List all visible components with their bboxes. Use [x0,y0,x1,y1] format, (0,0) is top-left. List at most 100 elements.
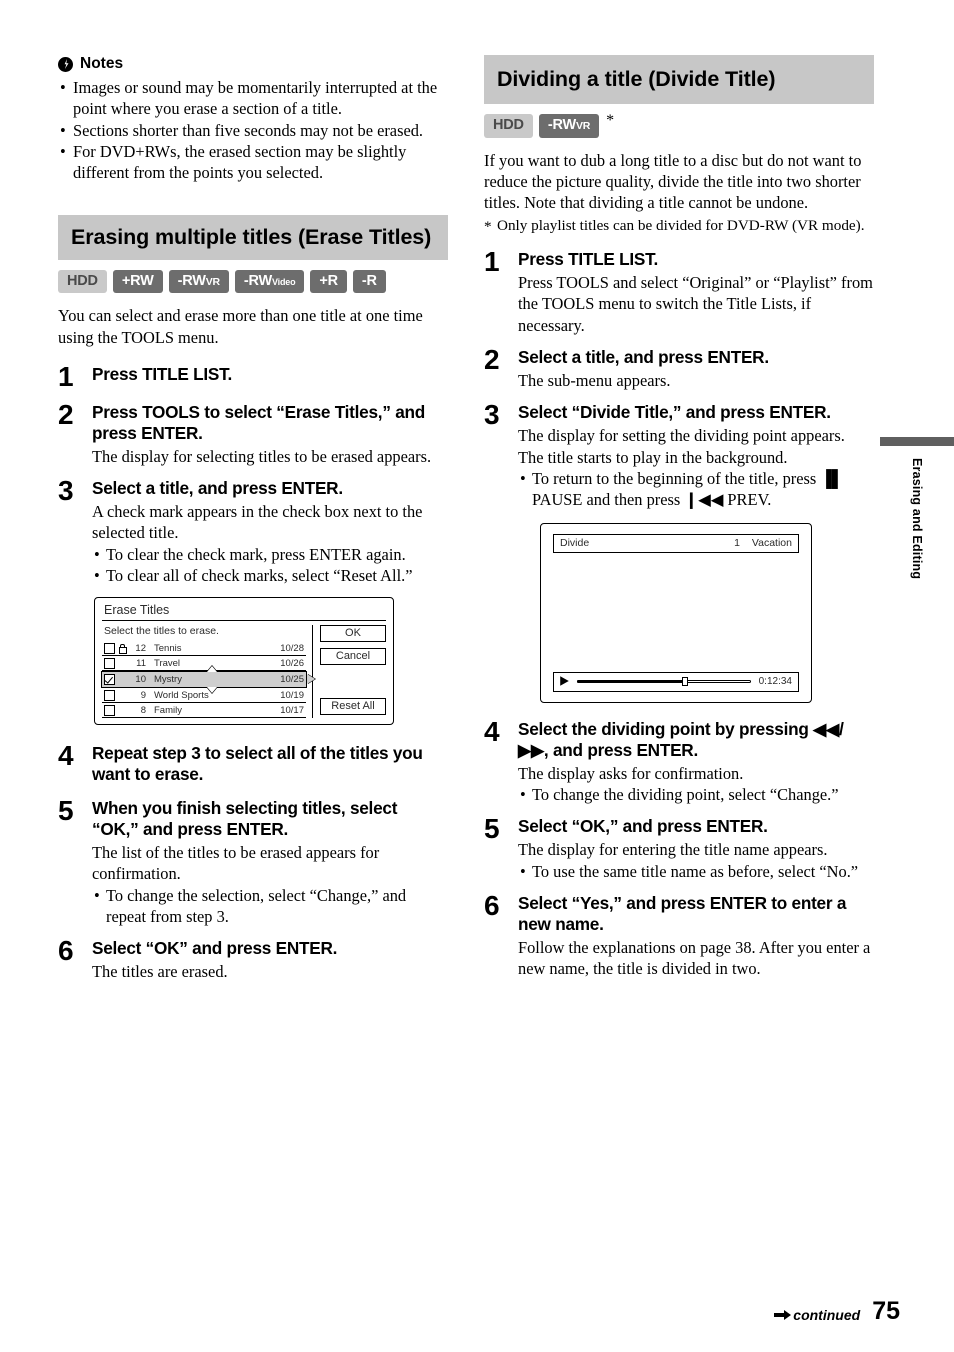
step-title: Select “OK,” and press ENTER. [518,816,768,837]
step-title: Select “OK” and press ENTER. [92,938,338,959]
divide-title-steps-4-6: 4 Select the dividing point by pressing … [484,715,874,980]
step: 4 Repeat step 3 to select all of the tit… [58,740,448,787]
step-number: 4 [484,715,500,747]
row-date: 10/19 [280,689,304,701]
step-description: The display for setting the dividing poi… [518,426,845,467]
elapsed-time: 0:12:34 [758,675,792,687]
row-number: 12 [135,642,146,654]
row-checkbox[interactable] [104,689,115,701]
badge-plus-rw: +RW [112,269,163,294]
erase-titles-screen-figure: Erase Titles Select the titles to erase.… [94,597,394,726]
row-number: 8 [140,704,146,716]
step: 4 Select the dividing point by pressing … [484,715,874,806]
badge-plus-r: +R [310,269,347,294]
play-icon [560,676,569,686]
divide-title-intro: If you want to dub a long title to a dis… [484,150,862,213]
badge-minus-r: -R [352,269,386,294]
reset-all-button[interactable]: Reset All [320,698,386,716]
erase-titles-steps-1-3: 1 Press TITLE LIST. 2 Press TOOLS to sel… [58,361,448,587]
lock-icon [118,643,127,655]
step-bullets: To change the dividing point, select “Ch… [518,784,874,806]
table-row[interactable]: 12 Tennis 10/28 [102,641,306,657]
step-bullets: To change the selection, select “Change,… [92,885,448,928]
step-number: 4 [58,740,74,772]
step-title: Select “Yes,” and press ENTER to enter a… [518,893,847,934]
badge-minus-rw-video: -RWVideo [234,269,305,294]
table-row[interactable]: 11 Travel 10/26 [102,656,306,672]
badge-minus-rw-vr: -RWVR [538,114,600,138]
notes-list: Images or sound may be momentarily inter… [58,77,448,184]
ok-button[interactable]: OK [320,625,386,643]
note-item: Images or sound may be momentarily inter… [58,77,448,120]
row-checkbox-checked[interactable] [104,674,115,686]
row-date: 10/25 [280,674,304,686]
badge-hdd: HDD [58,269,107,294]
footnote-asterisk: * [606,112,615,130]
row-checkbox[interactable] [104,704,115,716]
progress-scrubber[interactable] [577,676,751,686]
step-title: When you finish selecting titles, select… [92,798,398,840]
notes-block: Notes Images or sound may be momentarily… [58,55,448,184]
notes-heading: Notes [58,55,448,73]
figure-buttons: OK Cancel Reset All [313,625,386,718]
step: 2 Press TOOLS to select “Erase Titles,” … [58,400,448,467]
row-title: Tennis [154,642,182,654]
badge-hdd: HDD [484,114,533,138]
step: 2 Select a title, and press ENTER. The s… [484,346,874,391]
step-number: 5 [58,795,74,827]
divide-screen-figure: Divide 1 Vacation 0:12:34 [540,522,812,703]
step-bullet: To use the same title name as before, se… [518,861,874,883]
divide-label: Divide [560,536,590,549]
side-tab-bar [880,437,954,446]
step-number: 1 [58,361,74,393]
chapter-side-tab: Erasing and Editing [880,437,954,579]
note-item: Sections shorter than five seconds may n… [58,120,448,142]
notes-bolt-icon [58,56,73,72]
table-row-selected[interactable]: 10 Mystry 10/25 [101,666,315,694]
step-bullet: To change the selection, select “Change,… [92,885,448,928]
row-number: 10 [135,674,146,686]
step: 6 Select “OK” and press ENTER. The title… [58,935,448,982]
table-row[interactable]: 8 Family 10/17 [102,703,306,719]
step-bullets: To return to the beginning of the title,… [518,468,874,511]
step-description: The list of the titles to be erased appe… [92,843,380,884]
step-title: Repeat step 3 to select all of the title… [92,743,423,785]
figure-title-list: Select the titles to erase. 12 Tennis 10… [101,625,315,719]
table-row[interactable]: 9 World Sports 10/19 [102,688,306,704]
erase-titles-section-heading: Erasing multiple titles (Erase Titles) [58,214,448,260]
cancel-button[interactable]: Cancel [320,648,386,666]
badge-minus-rw-vr: -RWVR [168,269,229,294]
row-title: World Sports [154,689,209,701]
row-checkbox[interactable] [104,657,115,669]
divide-title-index: 1 [734,536,740,549]
step-number: 3 [58,474,74,506]
step: 6 Select “Yes,” and press ENTER to enter… [484,892,874,980]
side-tab-label: Erasing and Editing [910,458,924,580]
divide-title-section-heading: Dividing a title (Divide Title) [484,55,874,105]
continued-label: continued [793,1306,861,1323]
step-description: The display asks for confirmation. [518,763,744,783]
step: 3 Select “Divide Title,” and press ENTER… [484,401,874,511]
divide-title-footnote: Only playlist titles can be divided for … [484,216,874,237]
erase-titles-media-badges: HDD +RW -RWVR -RWVideo +R -R [58,269,448,294]
step-bullets: To use the same title name as before, se… [518,861,874,883]
step-title: Select “Divide Title,” and press ENTER. [518,402,831,423]
arrow-right-icon [774,1310,792,1320]
row-title: Mystry [154,674,182,686]
step-number: 6 [58,935,74,967]
step-description: A check mark appears in the check box ne… [92,501,423,543]
step: 5 Select “OK,” and press ENTER. The disp… [484,813,874,883]
step-bullet: To clear all of check marks, select “Res… [92,565,448,587]
progress-handle[interactable] [681,676,688,686]
notes-heading-label: Notes [80,55,124,72]
progress-fill [577,679,685,683]
continued-marker: continued [774,1307,860,1323]
step-number: 5 [484,813,500,845]
step-title: Press TOOLS to select “Erase Titles,” an… [92,401,426,443]
step: 5 When you finish selecting titles, sele… [58,795,448,928]
step-title: Press TITLE LIST. [92,364,232,385]
manual-page: Notes Images or sound may be momentarily… [0,0,954,1352]
row-checkbox[interactable] [104,642,115,654]
row-title: Family [154,704,182,716]
row-number: 9 [140,689,146,701]
